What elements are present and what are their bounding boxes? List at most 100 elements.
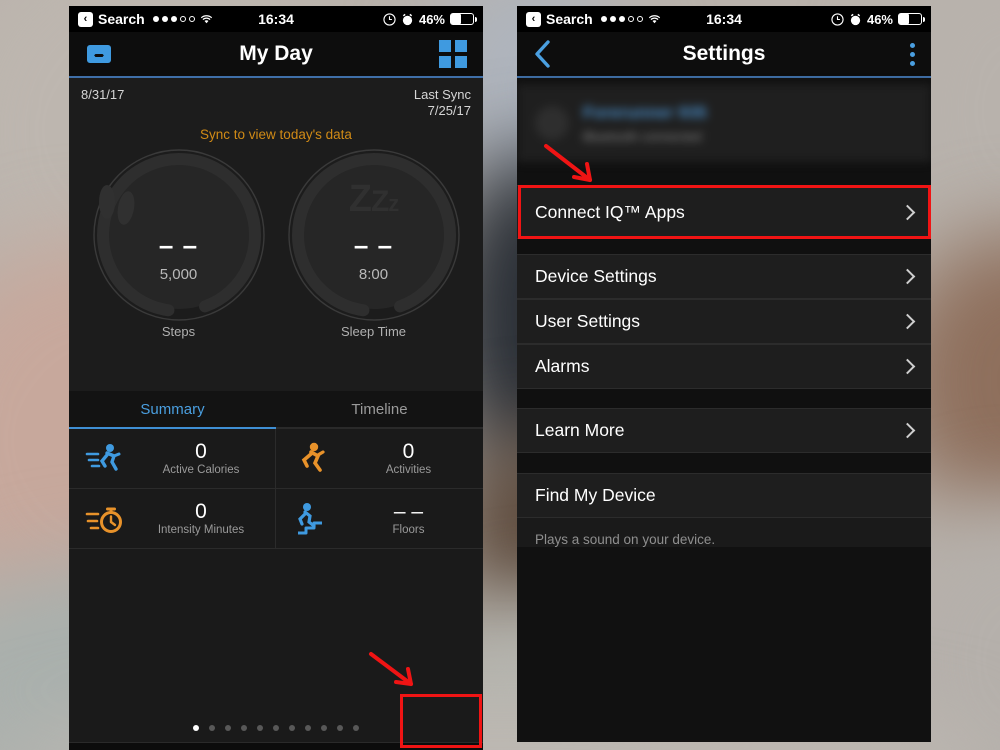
back-to-search-icon[interactable]: ‹ <box>78 11 93 27</box>
page-indicator-dots[interactable] <box>69 714 483 742</box>
tab-calendar[interactable]: 31 Calendar <box>235 743 318 750</box>
tab-my-day[interactable]: My Day <box>69 743 152 750</box>
carrier-label: Search <box>98 11 145 27</box>
stat-label: Floors <box>392 524 425 537</box>
chevron-right-icon <box>899 268 916 285</box>
battery-percent-label: 46% <box>418 11 445 27</box>
tab-news-feed[interactable]: News Feed <box>317 743 400 750</box>
status-bar-carrier: ‹ Search <box>78 11 213 27</box>
stats-grid: 0 Active Calories 0 Activities 0 Intensi… <box>69 429 483 549</box>
date-and-sync-row: 8/31/17 Last Sync 7/25/17 <box>81 78 471 120</box>
stat-active-calories[interactable]: 0 Active Calories <box>69 429 276 489</box>
phone-screenshot-my-day: ‹ Search 16:34 46% My Day 8/31/17 Last S… <box>69 6 483 750</box>
status-bar-indicators: 46% <box>383 11 477 27</box>
current-date: 8/31/17 <box>81 87 125 102</box>
settings-row-find-my-device[interactable]: Find My Device <box>517 473 931 518</box>
stat-intensity-minutes[interactable]: 0 Intensity Minutes <box>69 489 276 549</box>
wifi-icon <box>648 14 660 23</box>
device-avatar-icon <box>535 106 569 140</box>
tab-more[interactable]: More <box>400 743 483 750</box>
rotation-lock-icon <box>831 12 844 26</box>
chevron-right-icon <box>899 422 916 439</box>
steps-label: Steps <box>161 323 196 339</box>
status-bar-carrier: ‹ Search <box>526 11 661 27</box>
stat-value: – – <box>393 499 424 523</box>
list-gap <box>517 162 931 185</box>
list-gap <box>517 389 931 408</box>
row-label: Alarms <box>535 356 590 376</box>
stat-activities[interactable]: 0 Activities <box>276 429 483 489</box>
stat-value: 0 <box>195 439 207 463</box>
stat-text: 0 Activities <box>340 439 477 477</box>
settings-row-learn-more[interactable]: Learn More <box>517 408 931 453</box>
row-label: Connect IQ™ Apps <box>535 201 685 222</box>
signal-strength-icon <box>600 16 643 22</box>
back-chevron-icon[interactable] <box>533 39 553 69</box>
running-person-icon <box>282 442 340 476</box>
device-name: Forerunner 935 <box>583 102 707 122</box>
settings-row-device-settings[interactable]: Device Settings <box>517 254 931 299</box>
gauge-sleep[interactable]: ZZz – – 8:00 Sleep Time <box>284 146 464 339</box>
sync-message: Sync to view today's data <box>200 126 352 142</box>
grid-icon[interactable] <box>439 40 467 68</box>
steps-goal: 5,000 <box>159 265 198 283</box>
gauges-row: – – 5,000 Steps ZZz – – 8:00 Sleep Time <box>81 146 471 339</box>
device-subtitle: Bluetooth connected <box>583 128 702 144</box>
tab-summary[interactable]: Summary <box>69 391 276 429</box>
back-to-search-icon[interactable]: ‹ <box>526 11 541 27</box>
row-label: Device Settings <box>535 266 657 286</box>
chevron-right-icon <box>899 358 916 375</box>
gauge-ring-sleep: ZZz – – 8:00 <box>285 146 463 324</box>
stat-label: Activities <box>385 464 432 477</box>
battery-icon <box>898 13 925 25</box>
sleep-zzz-icon: ZZz <box>348 177 400 220</box>
stat-label: Active Calories <box>162 464 240 477</box>
connected-device-row[interactable]: Forerunner 935 Bluetooth connected <box>517 84 931 162</box>
tab-timeline[interactable]: Timeline <box>276 391 483 429</box>
battery-icon <box>450 13 477 25</box>
stairs-climb-icon <box>282 502 340 536</box>
stat-value: 0 <box>195 499 207 523</box>
stat-text: 0 Active Calories <box>133 439 269 477</box>
signal-strength-icon <box>152 16 195 22</box>
stat-label: Intensity Minutes <box>157 524 245 537</box>
sleep-goal: 8:00 <box>358 265 389 283</box>
chevron-right-icon <box>899 204 916 220</box>
gauge-ring-steps: – – 5,000 <box>90 146 268 324</box>
last-sync-label: Last Sync <box>413 87 471 102</box>
summary-timeline-tabs: Summary Timeline <box>69 391 483 429</box>
my-day-summary-panel: 8/31/17 Last Sync 7/25/17 Sync to view t… <box>69 78 483 391</box>
sleep-label: Sleep Time <box>340 323 407 339</box>
list-gap <box>517 239 931 254</box>
row-label: Learn More <box>535 420 625 440</box>
alarm-icon <box>402 13 413 25</box>
empty-content-area <box>69 549 483 714</box>
list-gap <box>517 453 931 473</box>
inbox-icon[interactable] <box>85 43 113 65</box>
steps-value: – – <box>158 229 199 260</box>
stat-text: 0 Intensity Minutes <box>133 499 269 537</box>
wifi-icon <box>200 14 212 23</box>
phone-screenshot-settings: ‹ Search 16:34 46% Settings Forerunner 9… <box>517 6 931 742</box>
row-label: Find My Device <box>535 485 656 505</box>
bottom-tab-bar: My Day Challenges 31 Calendar <box>69 742 483 750</box>
rotation-lock-icon <box>383 12 396 26</box>
stat-floors[interactable]: – – Floors <box>276 489 483 549</box>
stat-value: 0 <box>402 439 415 463</box>
settings-row-user-settings[interactable]: User Settings <box>517 299 931 344</box>
page-title: Settings <box>682 42 766 65</box>
status-bar-indicators: 46% <box>831 11 925 27</box>
tab-challenges[interactable]: Challenges <box>152 743 235 750</box>
last-sync-date: 7/25/17 <box>427 103 471 119</box>
last-sync-block: Last Sync 7/25/17 <box>414 87 471 120</box>
battery-percent-label: 46% <box>866 11 893 27</box>
gauge-steps[interactable]: – – 5,000 Steps <box>89 146 269 339</box>
status-bar-left: ‹ Search 16:34 46% <box>69 6 483 32</box>
page-title: My Day <box>239 42 313 65</box>
sleep-value: – – <box>353 229 394 260</box>
navbar-my-day: My Day <box>69 32 483 78</box>
kebab-menu-icon[interactable] <box>910 42 915 66</box>
carrier-label: Search <box>546 11 593 27</box>
settings-row-alarms[interactable]: Alarms <box>517 344 931 389</box>
settings-row-connect-iq[interactable]: Connect IQ™ Apps <box>517 185 931 239</box>
